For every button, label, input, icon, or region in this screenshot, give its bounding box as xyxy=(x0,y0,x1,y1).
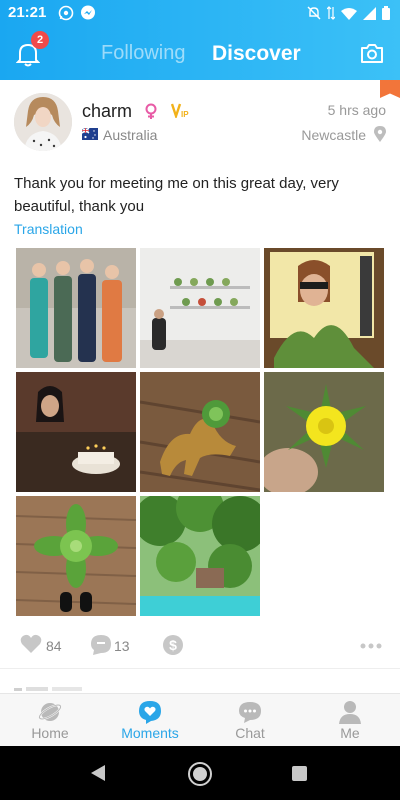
comment-count: 13 xyxy=(114,638,130,654)
mute-icon xyxy=(307,6,321,20)
chat-bubble-icon xyxy=(239,702,261,723)
tab-following[interactable]: Following xyxy=(101,42,185,65)
location-pin-icon xyxy=(374,126,386,142)
top-bar: 21:21 2 Following Discover xyxy=(0,0,400,80)
camera-icon[interactable] xyxy=(360,42,384,64)
like-count: 84 xyxy=(46,638,62,654)
more-icon[interactable] xyxy=(360,643,382,649)
nav-item-home[interactable]: Home xyxy=(0,694,100,747)
comment-icon[interactable] xyxy=(90,634,112,656)
nav-label: Moments xyxy=(121,725,179,741)
post-photo[interactable] xyxy=(140,496,260,616)
nav-item-chat[interactable]: Chat xyxy=(200,694,300,747)
status-bar: 21:21 xyxy=(0,0,400,28)
post-time: 5 hrs ago xyxy=(327,102,386,118)
svg-text:$: $ xyxy=(169,637,177,653)
avatar[interactable] xyxy=(14,93,72,151)
nav-item-moments[interactable]: Moments xyxy=(100,694,200,747)
post-photo[interactable] xyxy=(264,372,384,492)
moments-heart-bubble-icon xyxy=(139,701,161,724)
svg-text:IP: IP xyxy=(181,110,189,118)
female-icon xyxy=(145,103,157,119)
post-photo[interactable] xyxy=(16,496,136,616)
tab-discover[interactable]: Discover xyxy=(212,42,301,66)
recent-apps-icon[interactable] xyxy=(292,766,307,781)
person-icon xyxy=(339,701,361,724)
nav-label: Me xyxy=(340,725,360,741)
post-photo[interactable] xyxy=(16,372,136,492)
planet-icon xyxy=(38,703,62,721)
post-photo[interactable] xyxy=(264,248,384,368)
nav-label: Chat xyxy=(235,725,265,741)
tip-dollar-icon[interactable]: $ xyxy=(162,634,184,656)
nav-item-me[interactable]: Me xyxy=(300,694,400,747)
battery-icon xyxy=(382,6,390,20)
header: 2 Following Discover xyxy=(0,28,400,80)
translation-link[interactable]: Translation xyxy=(14,221,83,237)
data-arrows-icon xyxy=(327,6,335,20)
bottom-navigation: Home Moments Chat Me xyxy=(0,693,400,746)
messenger-icon xyxy=(81,5,95,20)
australia-flag-icon xyxy=(82,128,98,140)
corner-ribbon xyxy=(380,80,400,98)
home-circle-icon[interactable] xyxy=(188,762,212,786)
next-post-peek xyxy=(14,687,82,691)
post-location: Newcastle xyxy=(301,127,366,143)
vip-icon: IP xyxy=(171,103,189,118)
back-icon[interactable] xyxy=(89,764,107,782)
status-system-icons xyxy=(307,6,390,20)
post-text: Thank you for meeting me on this great d… xyxy=(14,175,339,215)
signal-icon xyxy=(363,6,376,20)
notification-badge: 2 xyxy=(31,31,49,49)
post-actions: 84 13 $ xyxy=(0,630,400,660)
post-photo[interactable] xyxy=(16,248,136,368)
app-screen: 21:21 2 Following Discover charm IP Aust… xyxy=(0,0,400,800)
status-app-icons xyxy=(58,5,96,21)
system-navigation-bar xyxy=(0,746,400,800)
post-photo[interactable] xyxy=(140,248,260,368)
post-photo[interactable] xyxy=(140,372,260,492)
nav-label: Home xyxy=(31,725,69,741)
status-time: 21:21 xyxy=(8,4,47,21)
post-divider xyxy=(0,668,400,669)
whatsapp-icon xyxy=(58,5,74,21)
country-label: Australia xyxy=(103,127,158,143)
wifi-icon xyxy=(341,7,357,20)
heart-icon[interactable] xyxy=(20,634,42,654)
username[interactable]: charm xyxy=(82,101,132,122)
